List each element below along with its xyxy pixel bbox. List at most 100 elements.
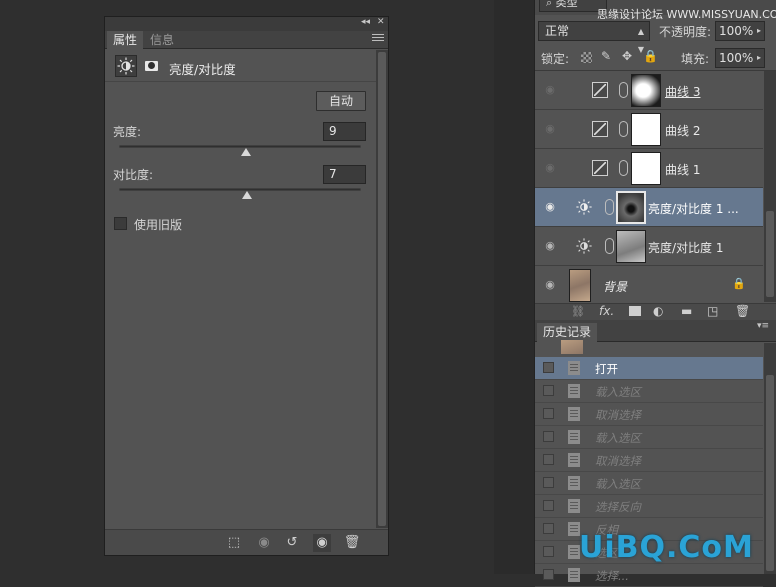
layers-scrollbar-thumb[interactable]: [766, 211, 774, 297]
delete-icon[interactable]: 🗑: [343, 534, 361, 552]
link-icon[interactable]: [619, 121, 628, 137]
opacity-label: 不透明度:: [659, 25, 712, 39]
visibility-eye-icon[interactable]: ◉: [541, 200, 559, 214]
close-icon[interactable]: ✕: [377, 17, 385, 27]
contrast-slider-thumb[interactable]: [242, 191, 252, 199]
add-mask-icon[interactable]: [629, 306, 641, 316]
adjustment-layer-icon[interactable]: ◐: [653, 304, 663, 318]
brightness-contrast-icon: [576, 199, 592, 215]
history-scrollbar[interactable]: [764, 343, 776, 574]
brightness-input[interactable]: 9: [323, 122, 366, 141]
link-icon[interactable]: [619, 160, 628, 176]
clip-to-layer-icon[interactable]: ⬚: [225, 534, 243, 552]
history-item[interactable]: 取消选择: [535, 449, 763, 472]
layer-row[interactable]: ◉ 曲线 1: [535, 149, 763, 188]
history-item[interactable]: 载入选区: [535, 426, 763, 449]
contrast-input[interactable]: 7: [323, 165, 366, 184]
contrast-slider-track[interactable]: [119, 188, 361, 191]
visibility-eye-icon[interactable]: ◉: [541, 83, 559, 97]
history-checkbox[interactable]: [543, 362, 554, 373]
layer-mask-thumbnail[interactable]: [631, 74, 661, 107]
layer-name[interactable]: 亮度/对比度 1: [648, 239, 724, 256]
link-icon[interactable]: [619, 82, 628, 98]
fill-input[interactable]: 100% ▸: [715, 48, 765, 68]
history-item[interactable]: 载入选区: [535, 380, 763, 403]
legacy-checkbox-label: 使用旧版: [134, 218, 183, 232]
visibility-eye-icon[interactable]: ◉: [541, 278, 559, 292]
history-item[interactable]: 选择...: [535, 564, 763, 587]
history-item[interactable]: 载入选区: [535, 472, 763, 495]
layer-row[interactable]: ◉ 背景 🔒: [535, 266, 763, 305]
link-icon[interactable]: [605, 238, 614, 254]
layer-mask-thumbnail[interactable]: [616, 191, 646, 224]
collapse-icon[interactable]: ◂◂: [361, 17, 370, 27]
view-previous-icon[interactable]: ◉: [255, 534, 273, 552]
history-scrollbar-thumb[interactable]: [766, 375, 774, 571]
properties-scrollbar[interactable]: [376, 50, 388, 528]
visibility-toggle-icon[interactable]: ◉: [313, 534, 331, 552]
visibility-eye-icon[interactable]: ◉: [541, 161, 559, 175]
link-icon[interactable]: [605, 199, 614, 215]
layer-name[interactable]: 曲线 1: [665, 161, 700, 178]
visibility-eye-icon[interactable]: ◉: [541, 239, 559, 253]
tab-properties[interactable]: 属性: [107, 31, 144, 49]
history-doc-icon: [568, 407, 580, 421]
lock-all-icon[interactable]: 🔒: [643, 49, 658, 63]
history-doc-icon: [568, 499, 580, 513]
layer-mask-icon[interactable]: [140, 55, 162, 77]
layer-row[interactable]: ◉ 亮度/对比度 1: [535, 227, 763, 266]
properties-scrollbar-thumb[interactable]: [378, 52, 386, 526]
history-item-label: 打开: [595, 362, 618, 376]
layers-scrollbar[interactable]: [764, 71, 776, 302]
layer-row[interactable]: ◉ 曲线 3: [535, 71, 763, 110]
fx-icon[interactable]: fx.: [599, 304, 614, 318]
tab-info[interactable]: 信息: [144, 31, 180, 49]
layer-mask-thumbnail[interactable]: [631, 152, 661, 185]
layer-thumbnail[interactable]: [569, 269, 591, 302]
blend-mode-select[interactable]: 正常 ▲ ▼: [538, 21, 650, 54]
brightness-slider-track[interactable]: [119, 145, 361, 148]
new-layer-icon[interactable]: ◳: [707, 304, 718, 318]
lock-move-icon[interactable]: ✥: [622, 49, 632, 63]
curves-icon: [592, 160, 608, 176]
legacy-checkbox[interactable]: [114, 217, 127, 230]
link-layers-icon[interactable]: ⛓: [571, 305, 585, 318]
curves-icon: [592, 121, 608, 137]
visibility-eye-icon[interactable]: ◉: [541, 122, 559, 136]
lock-transparency-icon[interactable]: [581, 52, 592, 63]
lock-icon: 🔒: [732, 277, 746, 290]
layer-mask-thumbnail[interactable]: [631, 113, 661, 146]
delete-layer-icon[interactable]: 🗑: [735, 304, 750, 318]
folder-icon[interactable]: ▬: [681, 304, 692, 318]
panel-menu-icon[interactable]: [372, 34, 384, 44]
history-item-selected[interactable]: 打开: [535, 357, 763, 380]
lock-row: 锁定: ✎ ✥ 🔒 填充: 100% ▸: [535, 45, 776, 71]
history-item-label: 选择反向: [595, 500, 641, 514]
auto-button[interactable]: 自动: [316, 91, 366, 111]
layer-mask-thumbnail[interactable]: [616, 230, 646, 263]
layer-row-selected[interactable]: ◉ 亮度/对比度 1 ...: [535, 188, 763, 227]
brightness-slider-thumb[interactable]: [241, 148, 251, 156]
panel-titlebar[interactable]: ◂◂ ✕: [105, 17, 388, 31]
properties-panel: ◂◂ ✕ 属性 信息 亮度/对比度 自动 亮度: 9 对比度: 7 使用旧版 ⬚…: [104, 16, 389, 556]
lock-paint-icon[interactable]: ✎: [601, 49, 611, 63]
opacity-input[interactable]: 100% ▸: [715, 21, 765, 41]
history-item[interactable]: 选择反向: [535, 495, 763, 518]
layer-name[interactable]: 背景: [603, 278, 627, 295]
brightness-contrast-icon[interactable]: [115, 55, 137, 77]
layer-name[interactable]: 曲线 3: [665, 83, 700, 100]
layer-name[interactable]: 曲线 2: [665, 122, 700, 139]
layer-name[interactable]: 亮度/对比度 1 ...: [648, 200, 739, 217]
history-doc-icon: [568, 361, 580, 375]
reset-icon[interactable]: ↺: [283, 534, 301, 552]
history-snapshot[interactable]: [535, 340, 763, 357]
history-doc-icon: [568, 430, 580, 444]
watermark-bottom: UiBQ.CoM: [579, 530, 754, 565]
history-item-label: 取消选择: [595, 408, 641, 422]
layer-row[interactable]: ◉ 曲线 2: [535, 110, 763, 149]
layers-filter-row: ⌕ 类型 思缘设计论坛 WWW.MISSYUAN.COM: [535, 0, 776, 21]
properties-tabbar: 属性 信息: [105, 31, 388, 49]
adjustment-header: 亮度/对比度: [105, 50, 388, 82]
history-item[interactable]: 取消选择: [535, 403, 763, 426]
close-icon[interactable]: ▾≡: [757, 321, 769, 331]
